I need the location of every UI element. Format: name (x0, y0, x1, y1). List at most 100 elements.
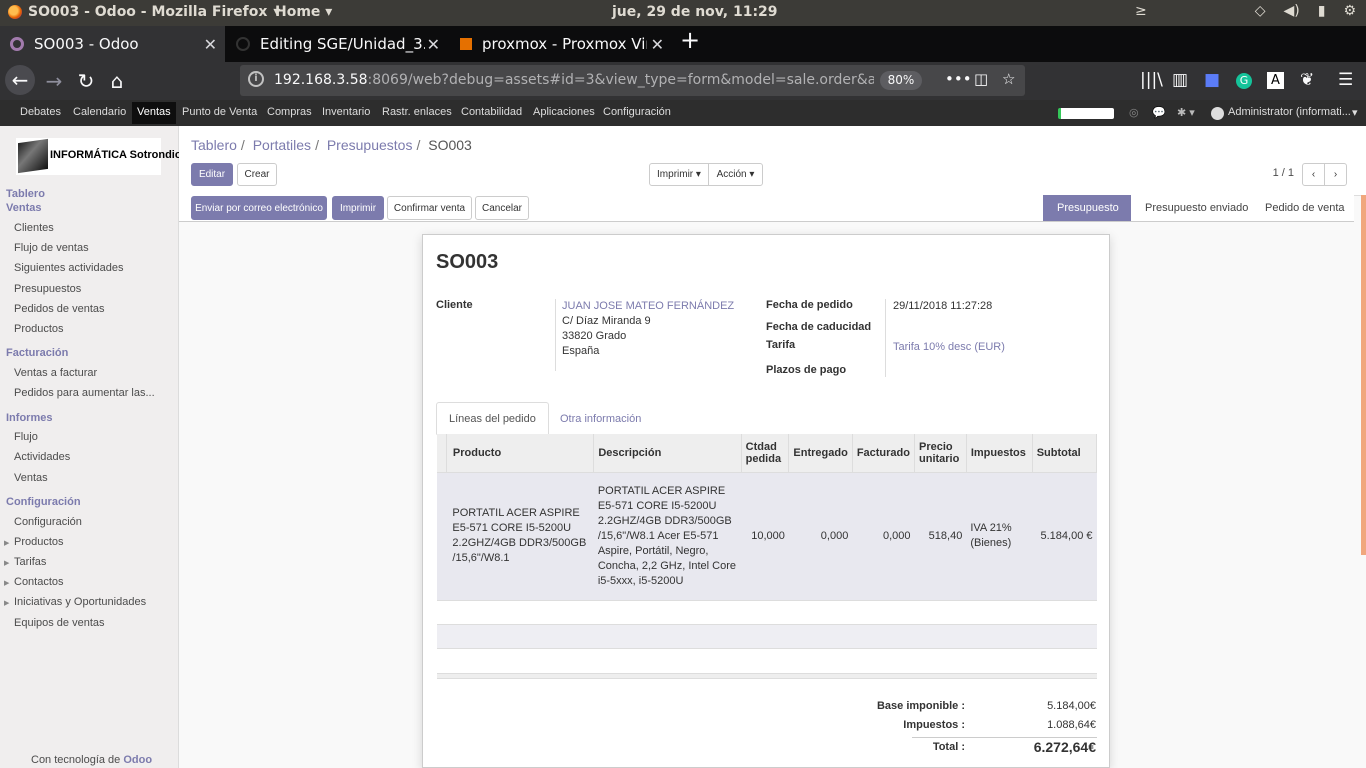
menu-rastr-enlaces[interactable]: Rastr. enlaces (382, 106, 452, 118)
cell-facturado[interactable]: 0,000 (852, 472, 915, 601)
close-icon[interactable]: ✕ (427, 35, 440, 54)
user-menu[interactable]: Administrator (informati... (1228, 106, 1351, 118)
volume-icon[interactable]: ◀) (1283, 3, 1299, 19)
hamburger-menu-icon[interactable]: ☰ (1338, 70, 1353, 90)
sidebar-item-pedidos-de-ventas[interactable]: Pedidos de ventas (14, 303, 105, 315)
chevron-down-icon[interactable]: ▾ (1352, 106, 1358, 119)
sidebar-item-pedidos-aumentar[interactable]: Pedidos para aumentar las... (14, 387, 155, 399)
column-producto[interactable]: Producto (446, 434, 595, 473)
forward-arrow-icon[interactable]: → (40, 67, 68, 95)
stage-presupuesto[interactable]: Presupuesto (1043, 195, 1131, 221)
activity-icon[interactable]: ◎ (1129, 106, 1139, 119)
odoo-link[interactable]: Odoo (123, 754, 152, 766)
send-email-button[interactable]: Enviar por correo electrónico (191, 196, 327, 220)
print-button[interactable]: Imprimir (332, 196, 384, 220)
scrollbar[interactable] (1361, 195, 1366, 555)
sidebar-item-flujo-de-ventas[interactable]: Flujo de ventas (14, 242, 89, 254)
library-icon[interactable]: |||\ (1140, 70, 1163, 90)
sidebar-item-iniciativas[interactable]: Iniciativas y Oportunidades (14, 596, 146, 608)
stage-presupuesto-enviado[interactable]: Presupuesto enviado (1131, 195, 1251, 221)
menu-inventario[interactable]: Inventario (322, 106, 370, 118)
sidebar-header-configuracion[interactable]: Configuración (6, 496, 81, 508)
close-icon[interactable]: ✕ (651, 35, 664, 54)
sidebar-item-ventas-report[interactable]: Ventas (14, 472, 48, 484)
menu-aplicaciones[interactable]: Aplicaciones (533, 106, 595, 118)
list-item[interactable] (437, 624, 1097, 649)
url-text[interactable]: 192.168.3.58:8069/web?debug=assets#id=3&… (274, 72, 874, 88)
print-dropdown[interactable]: Imprimir ▾ (649, 163, 709, 186)
menu-punto-de-venta[interactable]: Punto de Venta (182, 106, 257, 118)
clock[interactable]: jue, 29 de nov, 11:29 (612, 4, 778, 20)
sidebar-header-informes[interactable]: Informes (6, 412, 52, 424)
avatar[interactable] (1211, 107, 1224, 120)
sidebar-header-facturacion[interactable]: Facturación (6, 347, 68, 359)
menu-configuracion[interactable]: Configuración (603, 106, 671, 118)
confirm-sale-button[interactable]: Confirmar venta (387, 196, 472, 220)
sidebar-item-productos[interactable]: Productos (14, 323, 64, 335)
sidebar-item-flujo[interactable]: Flujo (14, 431, 38, 443)
action-dropdown[interactable]: Acción ▾ (708, 163, 763, 186)
sidebar-item-siguientes-actividades[interactable]: Siguientes actividades (14, 262, 123, 274)
tab-odoo[interactable]: SO003 - Odoo ✕ (0, 26, 225, 62)
column-ctdad-pedida[interactable]: Ctdad pedida (741, 434, 790, 473)
column-descripcion[interactable]: Descripción (593, 434, 742, 473)
menu-ventas[interactable]: Ventas (132, 102, 176, 124)
sidebar-item-presupuestos[interactable]: Presupuestos (14, 283, 81, 295)
pager-value[interactable]: 1 / 1 (1273, 167, 1294, 179)
tarifa-link[interactable]: Tarifa 10% desc (EUR) (893, 341, 1005, 353)
menu-contabilidad[interactable]: Contabilidad (461, 106, 522, 118)
tab-otra-informacion[interactable]: Otra información (548, 402, 653, 435)
back-arrow-icon[interactable]: ← (5, 65, 35, 95)
reload-icon[interactable]: ↻ (72, 67, 100, 95)
menu-calendario[interactable]: Calendario (73, 106, 126, 118)
info-icon[interactable]: i (248, 71, 264, 87)
battery-icon[interactable]: ▮ (1318, 3, 1326, 19)
cliente-link[interactable]: JUAN JOSE MATEO FERNÁNDEZ (562, 300, 734, 312)
home-icon[interactable]: ⌂ (103, 67, 131, 95)
home-menu[interactable]: Home ▾ (275, 4, 332, 20)
new-tab-icon[interactable]: + (680, 26, 700, 54)
tab-editing[interactable]: Editing SGE/Unidad_3.m ✕ (226, 26, 448, 62)
sidebar-item-tablero[interactable]: Tablero (6, 188, 45, 200)
sidebar-item-config-productos[interactable]: Productos (14, 536, 64, 548)
url-bar[interactable]: i 192.168.3.58:8069/web?debug=assets#id=… (240, 65, 1025, 96)
breadcrumb-portatiles[interactable]: Portatiles (253, 137, 311, 153)
column-facturado[interactable]: Facturado (852, 434, 916, 473)
close-icon[interactable]: ✕ (204, 35, 217, 54)
page-actions-icon[interactable]: ••• (945, 70, 972, 88)
tab-proxmox[interactable]: proxmox - Proxmox Virt ✕ (450, 26, 672, 62)
cell-producto[interactable]: PORTATIL ACER ASPIRE E5-571 CORE I5-5200… (446, 472, 594, 601)
cell-entregado[interactable]: 0,000 (788, 472, 853, 601)
tab-lineas-del-pedido[interactable]: Líneas del pedido (436, 402, 549, 435)
sidebar-item-ventas-a-facturar[interactable]: Ventas a facturar (14, 367, 97, 379)
sidebar-item-actividades[interactable]: Actividades (14, 451, 70, 463)
sidebar-icon[interactable]: ▥ (1172, 70, 1188, 90)
table-row[interactable]: PORTATIL ACER ASPIRE E5-571 CORE I5-5200… (437, 472, 1097, 601)
cell-cantidad[interactable]: 10,000 (741, 472, 789, 601)
stage-pedido-de-venta[interactable]: Pedido de venta (1251, 195, 1354, 221)
breadcrumb-tablero[interactable]: Tablero (191, 137, 237, 153)
cell-precio[interactable]: 518,40 (914, 472, 967, 601)
zoom-indicator[interactable]: 80% (880, 71, 922, 90)
sidebar-item-tarifas[interactable]: Tarifas (14, 556, 46, 568)
column-impuestos[interactable]: Impuestos (966, 434, 1033, 473)
cancel-button[interactable]: Cancelar (475, 196, 529, 220)
edit-button[interactable]: Editar (191, 163, 233, 186)
cell-impuestos[interactable]: IVA 21% (Bienes) (966, 472, 1033, 601)
debug-bug-icon[interactable]: ✱ ▾ (1177, 106, 1195, 119)
sidebar-item-equipos-de-ventas[interactable]: Equipos de ventas (14, 617, 105, 629)
sidebar-header-ventas[interactable]: Ventas (6, 202, 41, 214)
menu-compras[interactable]: Compras (267, 106, 312, 118)
window-title[interactable]: SO003 - Odoo - Mozilla Firefox ▾ (8, 4, 280, 20)
menu-debates[interactable]: Debates (20, 106, 61, 118)
terminal-icon[interactable]: ≥ (1135, 3, 1147, 19)
column-entregado[interactable]: Entregado (788, 434, 853, 473)
create-button[interactable]: Crear (237, 163, 277, 186)
pager-previous-icon[interactable]: ‹ (1302, 163, 1325, 186)
power-icon[interactable]: ⚙ (1343, 3, 1356, 19)
chat-icon[interactable]: 💬 (1152, 106, 1166, 119)
sidebar-item-configuracion[interactable]: Configuración (14, 516, 82, 528)
pager-next-icon[interactable]: › (1324, 163, 1347, 186)
gnome-extension-icon[interactable]: ❦ (1300, 70, 1314, 90)
sidebar-item-clientes[interactable]: Clientes (14, 222, 54, 234)
